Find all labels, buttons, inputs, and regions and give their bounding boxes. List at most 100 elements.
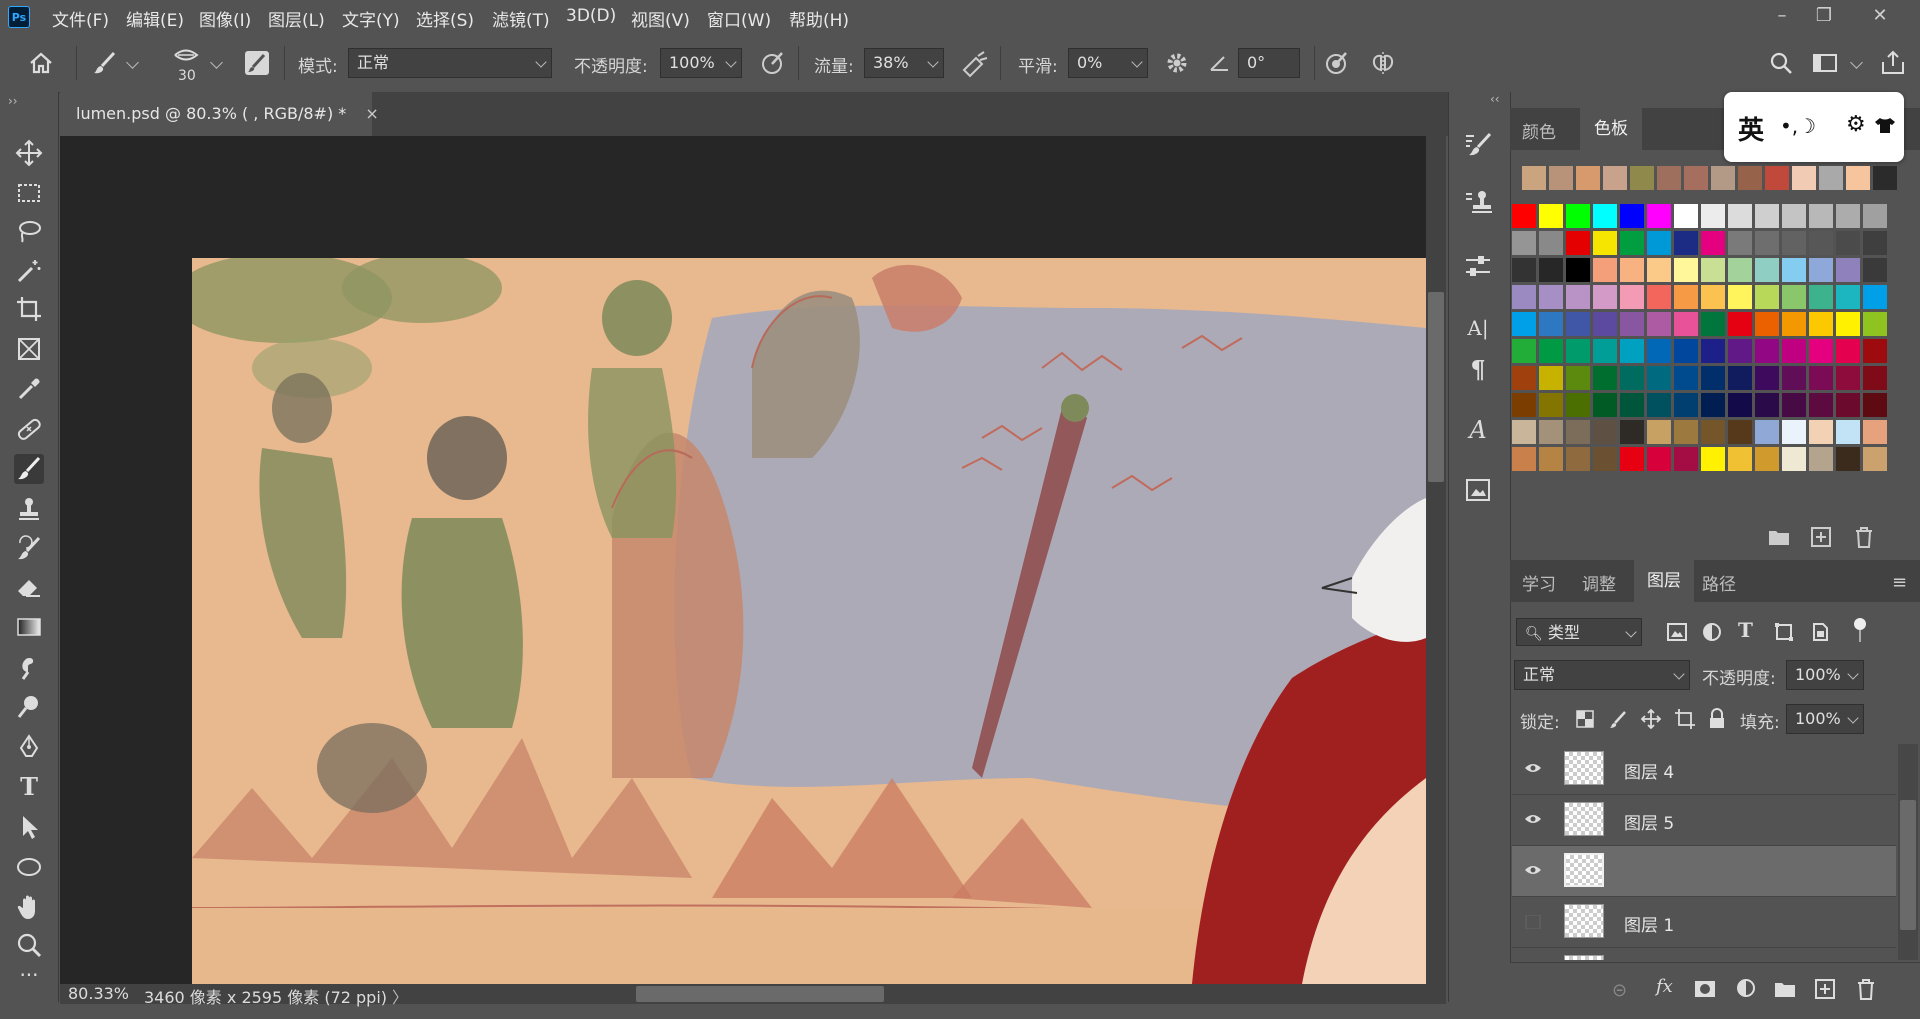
color-swatch[interactable] <box>1539 258 1563 282</box>
color-swatch[interactable] <box>1782 420 1806 444</box>
pen-tool-icon[interactable] <box>14 732 44 762</box>
lock-pixels-icon[interactable] <box>1608 710 1628 730</box>
color-swatch[interactable] <box>1512 393 1536 417</box>
color-swatch[interactable] <box>1782 393 1806 417</box>
add-mask-icon[interactable] <box>1694 980 1716 998</box>
brush-settings-icon[interactable] <box>242 48 272 78</box>
paragraph-panel-icon[interactable]: ¶ <box>1462 354 1494 386</box>
brush-preset-icon[interactable] <box>90 48 120 78</box>
color-swatch[interactable] <box>1593 312 1617 336</box>
healing-brush-tool-icon[interactable] <box>14 414 44 444</box>
color-swatch[interactable] <box>1566 204 1590 228</box>
gradient-tool-icon[interactable] <box>14 612 44 642</box>
lock-position-icon[interactable] <box>1640 708 1662 730</box>
symmetry-icon[interactable] <box>1368 48 1398 78</box>
color-swatch[interactable] <box>1728 420 1752 444</box>
color-swatch[interactable] <box>1809 285 1833 309</box>
color-swatch[interactable] <box>1539 366 1563 390</box>
layer-name[interactable]: 图层 5 <box>1624 809 1674 834</box>
path-selection-tool-icon[interactable] <box>14 812 44 842</box>
color-swatch[interactable] <box>1539 231 1563 255</box>
menu-help[interactable]: 帮助(H) <box>789 6 849 31</box>
color-swatch[interactable] <box>1593 231 1617 255</box>
ellipse-tool-icon[interactable] <box>14 852 44 882</box>
tab-layers[interactable]: 图层 <box>1634 560 1694 602</box>
color-swatch[interactable] <box>1539 339 1563 363</box>
glyphs-panel-icon[interactable]: A <box>1462 414 1494 446</box>
color-swatch[interactable] <box>1620 447 1644 471</box>
color-swatch[interactable] <box>1701 204 1725 228</box>
delete-layer-icon[interactable] <box>1856 978 1876 1000</box>
color-swatch[interactable] <box>1728 285 1752 309</box>
color-swatch[interactable] <box>1512 231 1536 255</box>
color-swatch[interactable] <box>1593 447 1617 471</box>
frame-tool-icon[interactable] <box>14 334 44 364</box>
menu-type[interactable]: 文字(Y) <box>342 6 400 31</box>
color-swatch[interactable] <box>1782 447 1806 471</box>
color-swatch[interactable] <box>1539 285 1563 309</box>
artwork-canvas[interactable] <box>192 258 1426 984</box>
color-swatch[interactable] <box>1647 366 1671 390</box>
color-swatch[interactable] <box>1674 312 1698 336</box>
color-swatch[interactable] <box>1674 447 1698 471</box>
color-swatch[interactable] <box>1809 231 1833 255</box>
recent-swatch[interactable] <box>1711 166 1735 190</box>
smudge-tool-icon[interactable] <box>14 652 44 682</box>
menu-filter[interactable]: 滤镜(T) <box>492 6 550 31</box>
color-swatch[interactable] <box>1836 312 1860 336</box>
lock-artboard-icon[interactable] <box>1674 708 1696 730</box>
color-swatch[interactable] <box>1836 231 1860 255</box>
type-tool-icon[interactable]: T <box>14 772 44 802</box>
clone-source-panel-icon[interactable] <box>1462 186 1494 218</box>
color-swatch[interactable] <box>1836 285 1860 309</box>
color-swatch[interactable] <box>1620 258 1644 282</box>
close-tab-icon[interactable]: × <box>365 104 378 123</box>
color-swatch[interactable] <box>1566 366 1590 390</box>
color-swatch[interactable] <box>1593 258 1617 282</box>
color-swatch[interactable] <box>1728 312 1752 336</box>
color-swatch[interactable] <box>1728 204 1752 228</box>
zoom-tool-icon[interactable] <box>14 930 44 960</box>
vertical-scroll-thumb[interactable] <box>1428 292 1444 482</box>
color-swatch[interactable] <box>1701 393 1725 417</box>
crop-tool-icon[interactable] <box>14 294 44 324</box>
color-swatch[interactable] <box>1539 312 1563 336</box>
color-swatch[interactable] <box>1620 339 1644 363</box>
menu-select[interactable]: 选择(S) <box>416 6 474 31</box>
color-swatch[interactable] <box>1620 231 1644 255</box>
color-swatch[interactable] <box>1539 204 1563 228</box>
zoom-level[interactable]: 80.33% <box>68 984 129 1003</box>
eye-icon[interactable] <box>1524 762 1542 774</box>
color-swatch[interactable] <box>1755 312 1779 336</box>
recent-swatch[interactable] <box>1873 166 1897 190</box>
color-swatch[interactable] <box>1512 339 1536 363</box>
layer-row[interactable]: 图层 5 <box>1512 795 1896 846</box>
tool-presets-panel-icon[interactable] <box>1462 250 1494 282</box>
ime-toolbar[interactable]: 英 •,☽ ⚙ <box>1724 92 1904 162</box>
color-swatch[interactable] <box>1755 258 1779 282</box>
history-brush-tool-icon[interactable] <box>14 534 44 564</box>
menu-3d[interactable]: 3D(D) <box>566 6 616 26</box>
color-swatch[interactable] <box>1728 231 1752 255</box>
home-icon[interactable] <box>26 48 56 78</box>
close-window-icon[interactable]: ✕ <box>1860 2 1900 30</box>
color-swatch[interactable] <box>1620 312 1644 336</box>
layer-style-fx-icon[interactable]: fx <box>1656 976 1673 997</box>
color-swatch[interactable] <box>1782 258 1806 282</box>
color-swatch[interactable] <box>1593 204 1617 228</box>
color-swatch[interactable] <box>1863 366 1887 390</box>
link-layers-icon[interactable]: ⊝ <box>1612 980 1627 1001</box>
color-swatch[interactable] <box>1512 204 1536 228</box>
color-swatch[interactable] <box>1539 420 1563 444</box>
color-swatch[interactable] <box>1620 393 1644 417</box>
layer-blend-mode-select[interactable]: 正常 <box>1514 660 1690 690</box>
color-swatch[interactable] <box>1863 285 1887 309</box>
color-swatch[interactable] <box>1647 231 1671 255</box>
recent-swatch[interactable] <box>1765 166 1789 190</box>
new-swatch-icon[interactable] <box>1810 526 1832 548</box>
menu-image[interactable]: 图像(I) <box>199 6 251 31</box>
libraries-panel-icon[interactable] <box>1462 474 1494 506</box>
color-swatch[interactable] <box>1674 420 1698 444</box>
color-swatch[interactable] <box>1836 366 1860 390</box>
color-swatch[interactable] <box>1566 285 1590 309</box>
